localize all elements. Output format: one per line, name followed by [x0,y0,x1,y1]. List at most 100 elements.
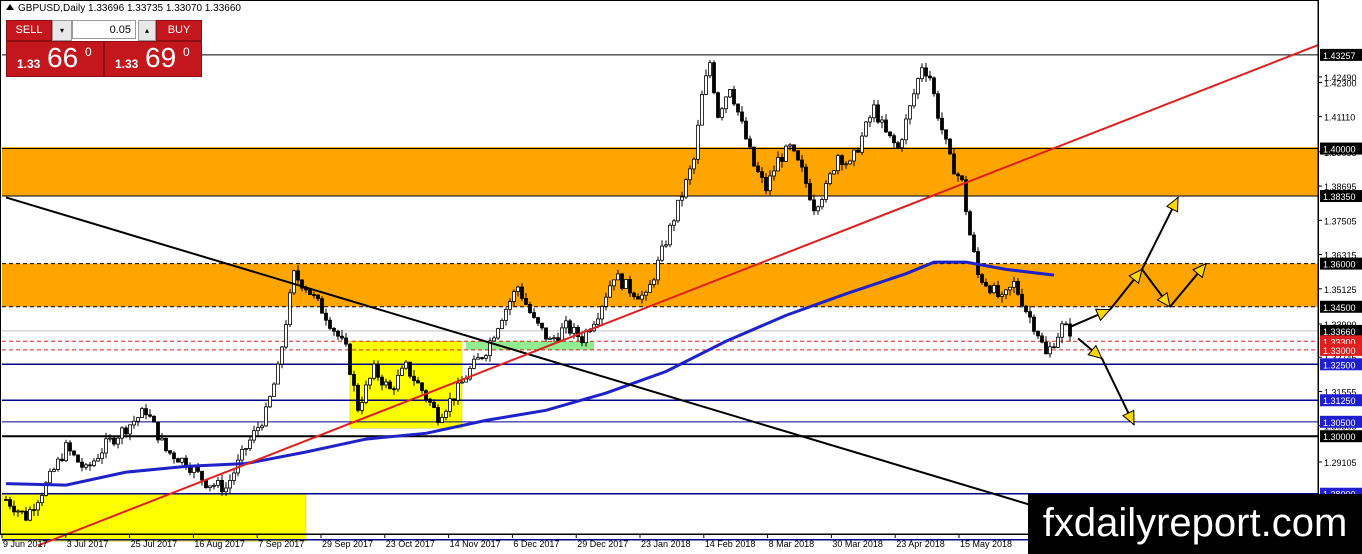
candle [752,146,756,167]
candle-body [824,183,828,200]
candle-body [728,89,732,98]
candle-body [412,375,416,382]
candle [968,209,972,236]
candle-body [848,160,852,165]
candle-body [56,458,60,470]
candle [76,454,80,463]
x-tick-label: 14 Feb 2018 [705,539,756,549]
candle-body [888,131,892,137]
candle-body [120,427,124,439]
candle-body [880,119,884,123]
sell-price-button[interactable]: 1.33 66 0 [6,41,104,77]
candle-body [1028,311,1032,318]
y-tick-label: 1.37505 [1324,216,1357,226]
candle-body [80,461,84,468]
candle [308,289,312,295]
candle-body [644,291,648,296]
price-label-text: 1.30500 [1323,418,1356,428]
candle [864,120,868,138]
candle-body [156,421,160,441]
buy-price-button[interactable]: 1.33 69 0 [104,41,202,77]
candle-body [544,327,548,340]
candle-body [924,67,928,77]
candle-body [376,363,380,378]
candle-body [736,103,740,113]
candle-body [732,89,736,105]
price-label: 1.36000 [1320,257,1362,270]
candle [140,406,144,419]
price-label: 1.38350 [1320,190,1362,203]
zone-orange [2,147,1318,197]
candle-body [656,259,660,281]
candle-body [208,485,212,489]
candle-body [396,374,400,390]
candle-body [748,138,752,148]
candle [156,421,160,444]
candle-body [700,93,704,126]
candle [796,149,800,161]
candle-body [36,502,40,511]
candle-body [692,158,696,170]
candle [904,114,908,145]
volume-input[interactable]: 0.05 [72,20,136,39]
candle-body [524,298,528,305]
price-label-text: 1.33000 [1323,346,1356,356]
candle-body [828,173,832,185]
candle-body [272,383,276,397]
candle-body [812,199,816,212]
candle [684,178,688,200]
candle-body [200,470,204,481]
x-tick-label: 30 Mar 2018 [832,539,883,549]
candle [620,272,624,291]
candle-body [648,284,652,293]
candle-body [48,470,52,484]
candle-body [596,318,600,325]
candle-body [916,78,920,95]
x-tick-label: 14 Nov 2017 [450,539,501,549]
candle-body [296,270,300,281]
candle-body [680,196,684,201]
candle-body [1012,281,1016,288]
candle [728,89,732,98]
candle-body [956,173,960,177]
volume-up-button[interactable]: ▴ [138,20,156,41]
candle-body [452,398,456,401]
candle-body [560,327,564,341]
candle [176,457,180,463]
candle-body [712,62,716,94]
candle-body [1032,316,1036,332]
candle-body [984,281,988,287]
candle-body [852,149,856,162]
sell-price-prefix: 1.33 [17,57,41,71]
candle-body [796,150,800,161]
sell-button[interactable]: SELL [6,20,52,41]
candle-body [164,437,168,452]
candle-body [32,509,36,512]
price-label-text: 1.34500 [1323,303,1356,313]
candle-body [708,62,712,77]
candle-body [580,336,584,344]
zone-green [466,341,594,350]
candle-body [380,376,384,386]
volume-down-button[interactable]: ▾ [52,20,72,41]
candle-body [776,157,780,172]
candle-body [548,337,552,340]
candle-body [1060,323,1064,338]
candle-body [372,363,376,379]
candle-body [884,119,888,133]
candle-body [224,487,228,493]
candle-body [1024,305,1028,312]
candle-body [260,425,264,429]
candle-body [1056,336,1060,348]
candle-body [472,358,476,369]
candle-body [1036,330,1040,337]
candle-body [720,108,724,118]
price-chart[interactable]: 1.424901.423001.411101.398851.386951.375… [0,0,1362,554]
candle-body [212,484,216,487]
candle-body [180,457,184,463]
candle-body [332,327,336,332]
buy-price-prefix: 1.33 [115,57,139,71]
buy-button[interactable]: BUY [156,20,202,41]
candle-body [912,93,916,107]
candle-body [632,292,636,297]
